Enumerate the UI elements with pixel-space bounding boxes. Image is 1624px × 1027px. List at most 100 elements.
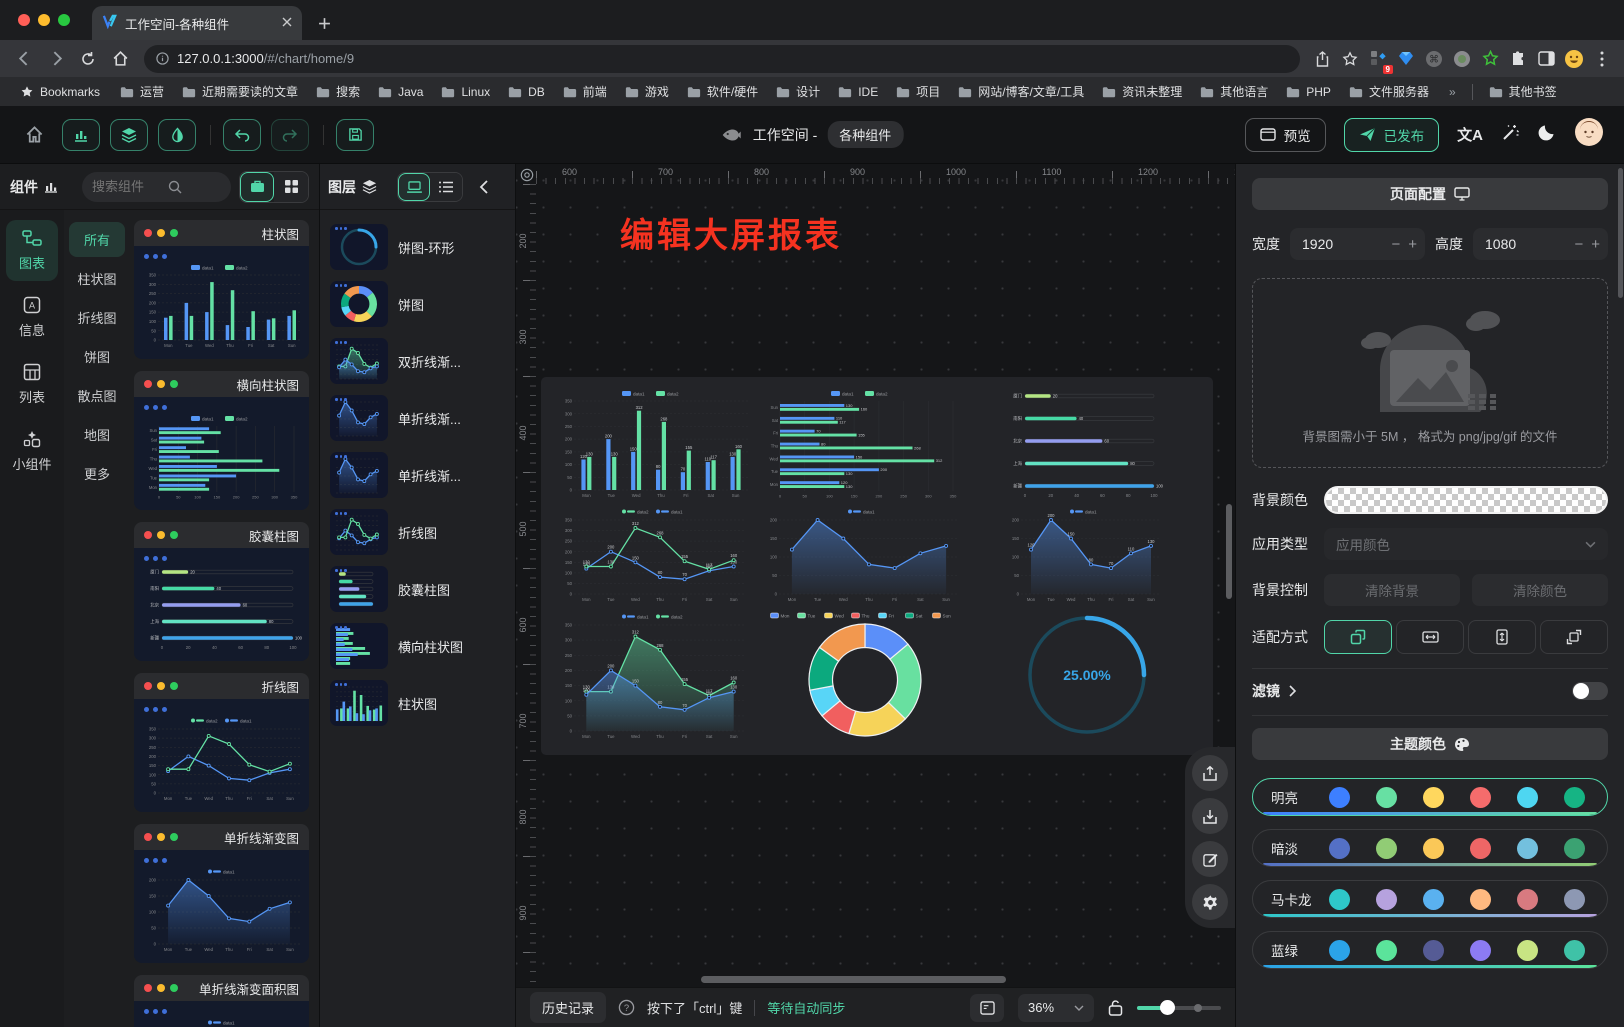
theme-color-dot[interactable] [1564, 787, 1585, 808]
view-toggle-grid-button[interactable] [274, 172, 308, 202]
download-icon[interactable] [1192, 798, 1228, 834]
category-柱状图[interactable]: 柱状图 [69, 261, 125, 296]
theme-color-dot[interactable] [1423, 940, 1444, 961]
extension-camera-icon[interactable] [1450, 47, 1474, 71]
theme-color-dot[interactable] [1423, 838, 1444, 859]
site-info-icon[interactable] [156, 52, 169, 65]
dashboard-chart-area1[interactable]: 200150100500MonTueWedThuFriSatSun1202001… [1007, 505, 1167, 608]
home-button[interactable] [106, 45, 134, 73]
bookmark-folder[interactable]: 近期需要读的文章 [174, 80, 306, 103]
bookmarks-overflow-chevron[interactable]: » [1441, 82, 1464, 102]
eye-icon[interactable] [518, 166, 535, 183]
browser-tab[interactable]: 工作空间-各种组件 [92, 6, 302, 40]
layer-item-单折线渐...[interactable]: 单折线渐... [330, 395, 505, 441]
new-tab-button[interactable] [310, 9, 338, 37]
width-input[interactable]: −+ [1290, 228, 1425, 260]
view-toggle-case-button[interactable] [240, 172, 274, 202]
theme-color-dot[interactable] [1517, 889, 1538, 910]
theme-row-蓝绿[interactable]: 蓝绿 [1252, 931, 1608, 969]
theme-row-暗淡[interactable]: 暗淡 [1252, 829, 1608, 867]
theme-color-dot[interactable] [1329, 787, 1350, 808]
export-icon[interactable] [1192, 755, 1228, 791]
theme-color-dot[interactable] [1376, 940, 1397, 961]
category-折线图[interactable]: 折线图 [69, 300, 125, 335]
page-config-header[interactable]: 页面配置 [1252, 178, 1608, 210]
bookmark-folder[interactable]: 前端 [555, 80, 615, 103]
fit-width-button[interactable] [1396, 620, 1464, 654]
layer-item-胶囊柱图[interactable]: 胶囊柱图 [330, 566, 505, 612]
address-bar[interactable]: 127.0.0.1:3000/#/chart/home/9 [144, 45, 1300, 73]
undo-button[interactable] [223, 119, 261, 151]
toggle-detail-panel-button[interactable] [158, 119, 196, 151]
dashboard-chart-hbar2[interactable]: 050100150200250300350130160Sun110117Sat7… [765, 387, 965, 504]
layer-view-list-button[interactable] [430, 173, 462, 201]
language-switch-icon[interactable]: 文A [1457, 124, 1483, 145]
layer-item-双折线渐...[interactable]: 双折线渐... [330, 338, 505, 384]
project-name-badge[interactable]: 各种组件 [827, 121, 903, 148]
background-upload-dropzone[interactable]: 背景图需小于 5M ， 格式为 png/jpg/gif 的文件 [1252, 278, 1608, 468]
zoom-slider-knob[interactable] [1160, 1000, 1175, 1015]
height-input[interactable]: −+ [1473, 228, 1608, 260]
preview-button[interactable]: 预览 [1245, 118, 1326, 152]
theme-color-dot[interactable] [1517, 940, 1538, 961]
reload-button[interactable] [74, 45, 102, 73]
collapse-panel-chevron-icon[interactable] [479, 180, 488, 194]
component-card-单折线渐变图[interactable]: 单折线渐变图200150100500MonTueWedThuFriSatSund… [134, 824, 309, 963]
dashboard-chart-area2[interactable]: 350300250200150100500MonTueWedThuFriSatS… [560, 610, 752, 745]
close-window-button[interactable] [18, 14, 30, 26]
layer-item-饼图[interactable]: 饼图 [330, 281, 505, 327]
bookmark-folder[interactable]: 文件服务器 [1341, 80, 1437, 103]
rail-tab-小组件[interactable]: 小组件 [6, 421, 58, 482]
bookmark-star-icon[interactable] [1338, 47, 1362, 71]
category-所有[interactable]: 所有 [69, 222, 125, 257]
edit-icon[interactable] [1192, 841, 1228, 877]
bookmark-folder[interactable]: IDE [830, 82, 886, 102]
height-field[interactable] [1485, 236, 1529, 252]
search-input[interactable] [82, 172, 231, 202]
component-card-折线图[interactable]: 折线图350300250200150100500MonTueWedThuFriS… [134, 673, 309, 812]
rail-tab-信息[interactable]: A信息 [6, 287, 58, 348]
width-field[interactable] [1302, 236, 1346, 252]
clear-background-button[interactable]: 清除背景 [1324, 574, 1460, 606]
layer-item-饼图-环形[interactable]: 饼图-环形 [330, 224, 505, 270]
category-地图[interactable]: 地图 [69, 417, 125, 452]
bookmark-folder[interactable]: Linux [433, 82, 498, 102]
bookmark-folder[interactable]: DB [500, 82, 553, 102]
bookmark-folder[interactable]: 其他语言 [1192, 80, 1276, 103]
bg-color-swatch[interactable] [1324, 486, 1608, 514]
bookmark-folder[interactable]: 软件/硬件 [679, 80, 766, 103]
panel-scrollbar[interactable] [1618, 168, 1623, 298]
theme-color-dot[interactable] [1376, 889, 1397, 910]
theme-color-dot[interactable] [1564, 940, 1585, 961]
bookmark-folder[interactable]: 游戏 [617, 80, 677, 103]
redo-button[interactable] [271, 119, 309, 151]
unlock-icon[interactable] [1108, 999, 1123, 1016]
theme-color-dot[interactable] [1470, 838, 1491, 859]
theme-color-dot[interactable] [1470, 787, 1491, 808]
dashboard-chart-ring[interactable]: 25.00% [1022, 610, 1152, 745]
bookmarks-root[interactable]: Bookmarks [12, 82, 108, 102]
extension-tabs-icon[interactable]: 9 [1366, 47, 1390, 71]
theme-color-dot[interactable] [1329, 940, 1350, 961]
bookmark-folder[interactable]: Java [370, 82, 431, 102]
theme-color-dot[interactable] [1329, 889, 1350, 910]
rail-tab-图表[interactable]: 图表 [6, 220, 58, 281]
theme-color-dot[interactable] [1517, 787, 1538, 808]
share-icon[interactable] [1310, 47, 1334, 71]
bookmark-folder[interactable]: 资讯未整理 [1094, 80, 1190, 103]
dashboard-chart-bar2[interactable]: 350300250200150100500120130Mon200130Tue1… [560, 387, 752, 504]
profile-avatar[interactable] [1562, 47, 1586, 71]
theme-color-dot[interactable] [1376, 787, 1397, 808]
dashboard-chart-donut[interactable]: MonTueWedThuFriSatSun [765, 610, 965, 745]
history-button[interactable]: 历史记录 [530, 992, 606, 1023]
dashboard-chart-capsule[interactable]: 厦门20南阳40北京60上海80新疆100020406080100 [1007, 387, 1167, 504]
extension-command-icon[interactable]: ⌘ [1422, 47, 1446, 71]
zoom-select[interactable]: 36% [1018, 994, 1094, 1022]
toggle-components-panel-button[interactable] [62, 119, 100, 151]
theme-row-明亮[interactable]: 明亮 [1252, 778, 1608, 816]
minimize-window-button[interactable] [38, 14, 50, 26]
filter-toggle[interactable] [1572, 682, 1608, 700]
toggle-layers-panel-button[interactable] [110, 119, 148, 151]
report-panel-icon[interactable] [970, 994, 1004, 1022]
layer-item-柱状图[interactable]: 柱状图 [330, 680, 505, 726]
